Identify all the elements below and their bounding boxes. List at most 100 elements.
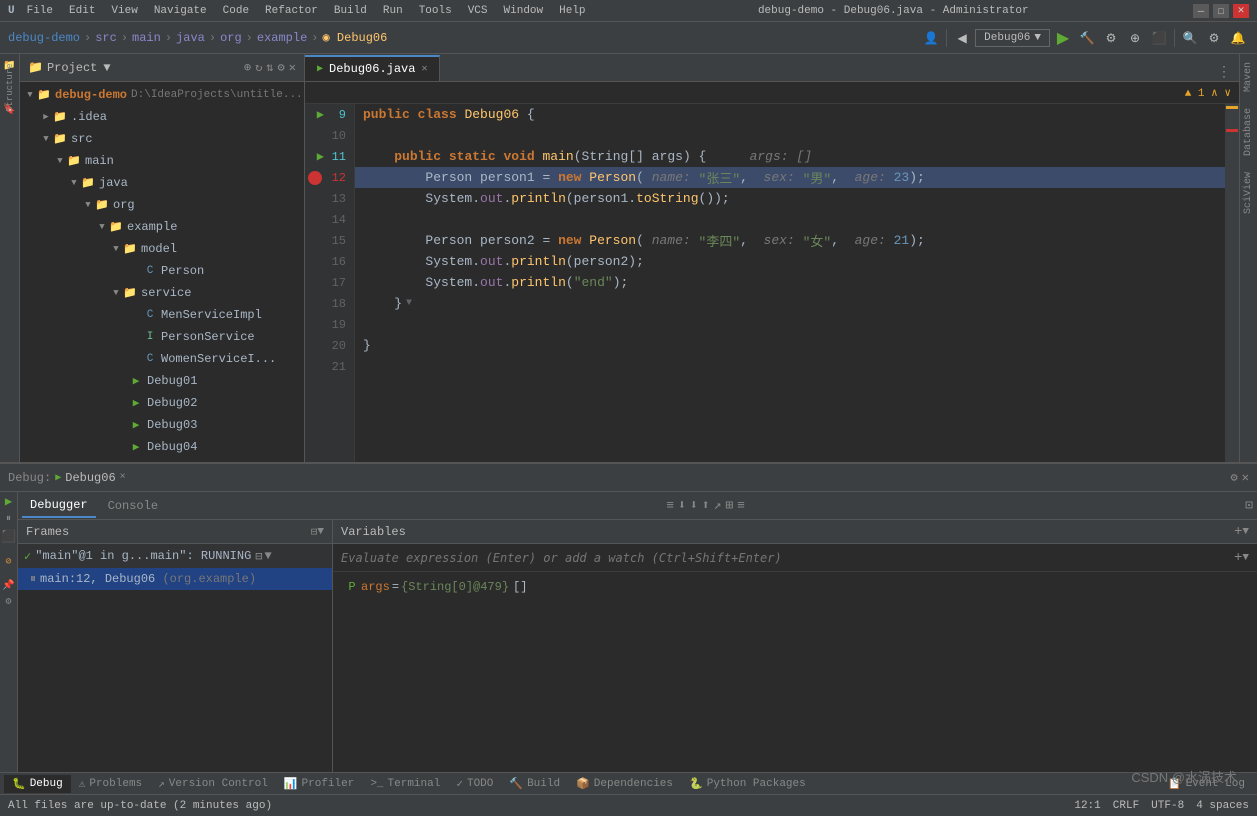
force-step-into[interactable]: ⬇ (690, 498, 698, 513)
cursor-position[interactable]: 12:1 (1074, 800, 1100, 812)
breadcrumb-java[interactable]: java (176, 31, 205, 45)
breadcrumb-file[interactable]: ◉ Debug06 (323, 30, 388, 45)
menu-vcs[interactable]: VCS (460, 3, 496, 19)
tree-item-src[interactable]: ▼ 📁 src (20, 128, 304, 150)
tree-item-idea[interactable]: ▶ 📁 .idea (20, 106, 304, 128)
database-tab[interactable]: Database (1243, 104, 1254, 160)
tree-item-org[interactable]: ▼ 📁 org (20, 194, 304, 216)
step-into-btn[interactable]: ⬇ (678, 498, 686, 513)
add-watch-btn[interactable]: + (1234, 524, 1242, 540)
pin-btn[interactable]: 📌 (2, 580, 14, 592)
panel-tool-sort[interactable]: ⇅ (266, 60, 273, 75)
step-over-list[interactable]: ≡ (666, 498, 674, 513)
tree-item-service[interactable]: ▼ 📁 service (20, 282, 304, 304)
bottom-tab-python[interactable]: 🐍 Python Packages (681, 775, 814, 793)
gutter-12[interactable]: 12 (306, 167, 354, 188)
debug-tab-close[interactable]: × (120, 472, 126, 483)
tab-debug06[interactable]: ▶ Debug06.java ✕ (305, 55, 440, 81)
tab-overflow-button[interactable]: ⋮ (1209, 64, 1239, 81)
tree-item-person[interactable]: C Person (20, 260, 304, 282)
breadcrumb-main[interactable]: main (132, 31, 161, 45)
step-out-btn[interactable]: ⬆ (702, 498, 710, 513)
pause-btn[interactable]: ⏸ (6, 513, 11, 525)
tree-item-main[interactable]: ▼ 📁 main (20, 150, 304, 172)
debugger-tab[interactable]: Debugger (22, 494, 96, 518)
debug-tab-name[interactable]: Debug06 (61, 471, 119, 485)
tree-item-root[interactable]: ▼ 📁 debug-demo D:\IdeaProjects\untitle..… (20, 84, 304, 106)
resume-btn[interactable]: ▶ (5, 494, 12, 509)
bottom-tab-version-control[interactable]: ↗ Version Control (150, 775, 276, 793)
thread-filter-btn[interactable]: ⊟ (255, 549, 262, 564)
panel-tool-sync[interactable]: ↻ (255, 60, 262, 75)
eval-input[interactable] (341, 551, 1234, 565)
notifications-button[interactable]: 🔔 (1227, 27, 1249, 49)
breadcrumb-src[interactable]: src (95, 31, 117, 45)
debug-close-btn[interactable]: ✕ (1242, 470, 1249, 485)
bottom-tab-dependencies[interactable]: 📦 Dependencies (568, 775, 681, 793)
sciview-tab[interactable]: SciView (1243, 168, 1254, 218)
frame-item-selected[interactable]: ⏸ main:12, Debug06 (org.example) (18, 568, 332, 590)
tree-item-debug04[interactable]: ▶ Debug04 (20, 436, 304, 458)
tree-item-model[interactable]: ▼ 📁 model (20, 238, 304, 260)
tree-item-debug03[interactable]: ▶ Debug03 (20, 414, 304, 436)
menu-file[interactable]: File (19, 3, 61, 19)
panel-tool-add[interactable]: ⊕ (244, 60, 251, 75)
maven-tab[interactable]: Maven (1243, 58, 1254, 96)
structure-icon[interactable]: Structure (2, 80, 18, 96)
fold-button-18[interactable]: ▼ (406, 298, 412, 309)
profile-button[interactable]: 👤 (920, 27, 942, 49)
tree-item-debug02[interactable]: ▶ Debug02 (20, 392, 304, 414)
eval-dropdown-btn[interactable]: ▼ (1242, 552, 1249, 564)
breadcrumb-project[interactable]: debug-demo (8, 31, 80, 45)
settings-debug-btn[interactable]: ⚙ (5, 596, 11, 608)
frames-dropdown-btn[interactable]: ▼ (317, 526, 324, 538)
menu-code[interactable]: Code (215, 3, 257, 19)
menu-refactor[interactable]: Refactor (257, 3, 326, 19)
settings-button[interactable]: ⚙ (1203, 27, 1225, 49)
minimize-button[interactable]: ─ (1193, 4, 1209, 18)
filter-frames-btn[interactable]: ⊟ (311, 525, 318, 539)
menu-run[interactable]: Run (375, 3, 411, 19)
search-button[interactable]: 🔍 (1179, 27, 1201, 49)
trace-btn[interactable]: ≡ (737, 498, 745, 513)
panel-tool-close[interactable]: ✕ (289, 60, 296, 75)
run-to-cursor[interactable]: ↗ (714, 498, 722, 513)
indent[interactable]: 4 spaces (1196, 800, 1249, 812)
expand-watches-btn[interactable]: ▼ (1242, 526, 1249, 538)
breadcrumb-org[interactable]: org (220, 31, 242, 45)
run-button[interactable]: ▶ (1052, 27, 1074, 49)
tree-item-women-service[interactable]: C WomenServiceI... (20, 348, 304, 370)
mute-btn[interactable]: ⊘ (5, 556, 11, 568)
tree-item-java[interactable]: ▼ 📁 java (20, 172, 304, 194)
restore-layout-btn[interactable]: ⊡ (1245, 498, 1253, 513)
bottom-tab-profiler[interactable]: 📊 Profiler (276, 775, 363, 793)
menu-help[interactable]: Help (551, 3, 593, 19)
menu-tools[interactable]: Tools (411, 3, 460, 19)
more-run-button[interactable]: ⊕ (1124, 27, 1146, 49)
coverage-button[interactable]: ⚙ (1100, 27, 1122, 49)
line-ending[interactable]: CRLF (1113, 800, 1139, 812)
console-tab[interactable]: Console (100, 495, 166, 517)
encoding[interactable]: UTF-8 (1151, 800, 1184, 812)
evaluate-btn[interactable]: ⊞ (725, 498, 733, 513)
close-button[interactable]: ✕ (1233, 4, 1249, 18)
menu-navigate[interactable]: Navigate (146, 3, 215, 19)
build-button[interactable]: 🔨 (1076, 27, 1098, 49)
menu-view[interactable]: View (103, 3, 145, 19)
editor-scrollbar[interactable] (1225, 104, 1239, 462)
bottom-tab-build[interactable]: 🔨 Build (501, 775, 568, 793)
tree-item-example[interactable]: ▼ 📁 example (20, 216, 304, 238)
maximize-button[interactable]: □ (1213, 4, 1229, 18)
thread-expand-btn[interactable]: ▼ (265, 549, 272, 563)
menu-edit[interactable]: Edit (61, 3, 103, 19)
tree-item-men-service[interactable]: C MenServiceImpl (20, 304, 304, 326)
add-eval-btn[interactable]: + (1234, 550, 1242, 566)
bottom-tab-debug[interactable]: 🐛 Debug (4, 775, 71, 793)
tree-item-debug01[interactable]: ▶ Debug01 (20, 370, 304, 392)
stop-button[interactable]: ⬛ (1148, 27, 1170, 49)
bottom-tab-terminal[interactable]: >_ Terminal (362, 776, 448, 792)
back-button[interactable]: ◀ (951, 27, 973, 49)
tab-close-button[interactable]: ✕ (421, 63, 427, 75)
tree-item-person-service[interactable]: I PersonService (20, 326, 304, 348)
menu-window[interactable]: Window (496, 3, 552, 19)
